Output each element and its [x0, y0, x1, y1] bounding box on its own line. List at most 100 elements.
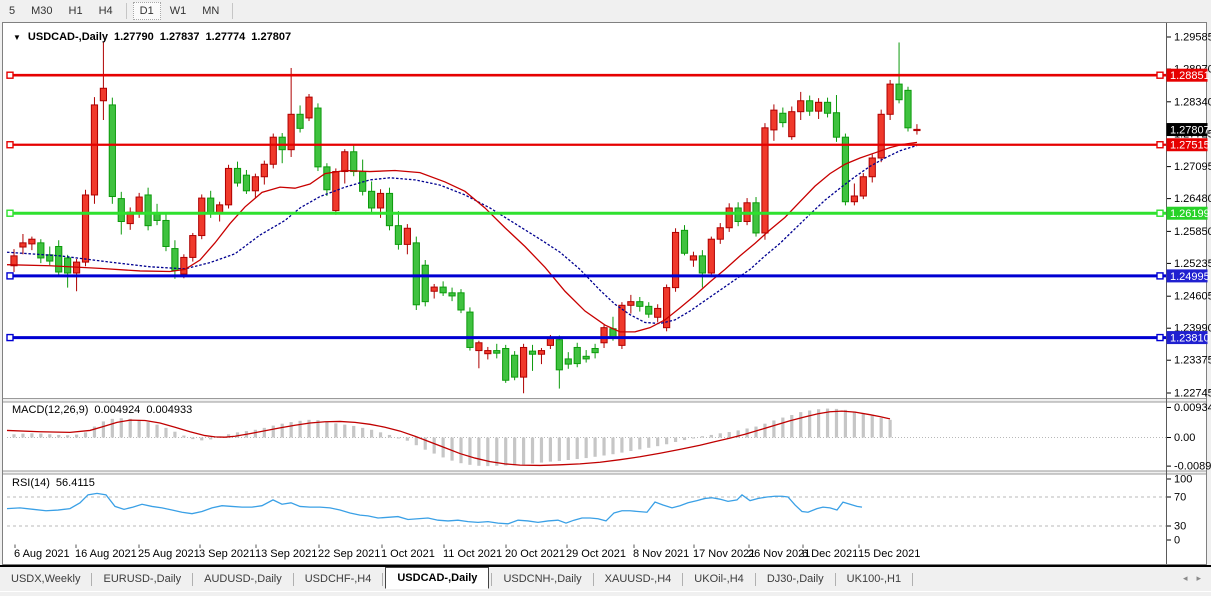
line-handle[interactable] — [7, 142, 13, 148]
date-label: 22 Sep 2021 — [318, 548, 380, 560]
macd-histogram-bar — [164, 428, 167, 438]
rsi-axis-label: 70 — [1174, 492, 1186, 504]
candle-body — [404, 228, 410, 244]
macd-histogram-bar — [182, 436, 185, 438]
candle-body — [646, 306, 652, 314]
macd-histogram-bar — [620, 438, 623, 453]
candle-body — [297, 114, 303, 128]
line-handle[interactable] — [7, 210, 13, 216]
candle-body — [377, 193, 383, 208]
price-tick-label: 1.28340 — [1174, 96, 1211, 108]
tab-usdchf-h4[interactable]: USDCHF-,H4 — [296, 570, 381, 588]
macd-histogram-bar — [558, 438, 561, 461]
candle-body — [145, 195, 151, 226]
tab-usdcad-daily[interactable]: USDCAD-,Daily — [385, 567, 489, 589]
macd-indicator-label: MACD(12,26,9) 0.004924 0.004933 — [12, 404, 192, 416]
macd-histogram-bar — [147, 422, 150, 437]
macd-histogram-bar — [567, 438, 570, 460]
candle-body — [136, 197, 142, 212]
tab-usdx-weekly[interactable]: USDX,Weekly — [2, 570, 89, 588]
macd-histogram-bar — [209, 438, 212, 440]
tab-eurusd-daily[interactable]: EURUSD-,Daily — [94, 570, 190, 588]
tab-separator — [192, 573, 193, 586]
macd-histogram-bar — [701, 436, 704, 437]
macd-histogram-bar — [504, 438, 507, 466]
line-handle[interactable] — [1157, 72, 1163, 78]
rsi-indicator-label: RSI(14) 56.4115 — [12, 477, 95, 489]
candle-body — [243, 175, 249, 191]
candle-body — [208, 198, 214, 213]
tab-xauusd-h4[interactable]: XAUUSD-,H4 — [596, 570, 681, 588]
tab-usdcnh-daily[interactable]: USDCNH-,Daily — [494, 570, 590, 588]
macd-histogram-bar — [611, 438, 614, 455]
macd-histogram-bar — [656, 438, 659, 447]
line-handle[interactable] — [1157, 210, 1163, 216]
macd-histogram-bar — [754, 427, 757, 438]
tab-audusd-daily[interactable]: AUDUSD-,Daily — [195, 570, 291, 588]
date-label: 17 Nov 2021 — [693, 548, 755, 560]
date-label: 20 Oct 2021 — [505, 548, 565, 560]
macd-histogram-bar — [459, 438, 462, 464]
line-handle[interactable] — [1157, 142, 1163, 148]
candle-body — [56, 246, 62, 272]
candle-body — [118, 199, 124, 222]
macd-histogram-bar — [433, 438, 436, 454]
line-handle[interactable] — [1157, 273, 1163, 279]
price-badge-label: 1.27515 — [1170, 140, 1210, 152]
macd-histogram-bar — [468, 438, 471, 465]
tab-separator — [912, 573, 913, 586]
price-badge-label: 1.26199 — [1170, 208, 1210, 220]
candle-body — [351, 152, 357, 172]
candle-body — [324, 167, 330, 190]
candle-body — [252, 177, 258, 191]
macd-histogram-bar — [290, 422, 293, 437]
candle-body — [395, 226, 401, 245]
price-tick-label: 1.22745 — [1174, 388, 1211, 400]
macd-histogram-bar — [343, 425, 346, 438]
macd-histogram-bar — [692, 438, 695, 439]
line-handle[interactable] — [7, 273, 13, 279]
tab-separator — [491, 573, 492, 586]
candle-body — [261, 164, 267, 176]
macd-histogram-bar — [254, 430, 257, 438]
tab-scroll-left-icon[interactable]: ◂ — [1183, 573, 1188, 584]
tab-scroll-nav: ◂ ▸ — [1183, 573, 1201, 584]
chart-canvas[interactable]: 1.295851.289701.283401.277251.270951.264… — [0, 0, 1211, 595]
macd-histogram-bar — [57, 435, 60, 438]
macd-histogram-bar — [379, 432, 382, 437]
macd-histogram-bar — [361, 428, 364, 438]
rsi-axis-label: 30 — [1174, 521, 1186, 533]
macd-histogram-bar — [781, 418, 784, 438]
window-bottom-border — [0, 565, 1211, 567]
candle-body — [91, 105, 97, 195]
macd-histogram-bar — [889, 420, 892, 438]
price-tick-label: 1.26480 — [1174, 193, 1211, 205]
macd-histogram-bar — [155, 425, 158, 438]
candle-body — [798, 101, 804, 112]
macd-histogram-bar — [862, 413, 865, 437]
tab-scroll-right-icon[interactable]: ▸ — [1196, 573, 1201, 584]
tab-separator — [593, 573, 594, 586]
macd-histogram-bar — [772, 420, 775, 437]
tab-dj30-daily[interactable]: DJ30-,Daily — [758, 570, 833, 588]
collapse-triangle-icon[interactable]: ▼ — [13, 33, 21, 42]
panel-splitter[interactable] — [3, 399, 1206, 403]
macd-histogram-bar — [665, 438, 668, 445]
tab-uk100-h1[interactable]: UK100-,H1 — [838, 570, 910, 588]
quote-close: 1.27807 — [251, 31, 291, 43]
quote-high: 1.27837 — [160, 31, 200, 43]
symbol-label: USDCAD-,Daily — [28, 31, 108, 43]
macd-histogram-bar — [388, 435, 391, 438]
candle-body — [672, 232, 678, 287]
line-handle[interactable] — [7, 335, 13, 341]
macd-histogram-bar — [728, 432, 731, 437]
macd-histogram-bar — [763, 424, 766, 438]
candle-body — [100, 88, 106, 100]
candle-body — [512, 355, 518, 377]
tab-ukoil-h4[interactable]: UKOil-,H4 — [685, 570, 753, 588]
line-handle[interactable] — [7, 72, 13, 78]
line-handle[interactable] — [1157, 335, 1163, 341]
candle-body — [449, 293, 455, 296]
candle-body — [842, 137, 848, 202]
candle-body — [869, 158, 875, 177]
